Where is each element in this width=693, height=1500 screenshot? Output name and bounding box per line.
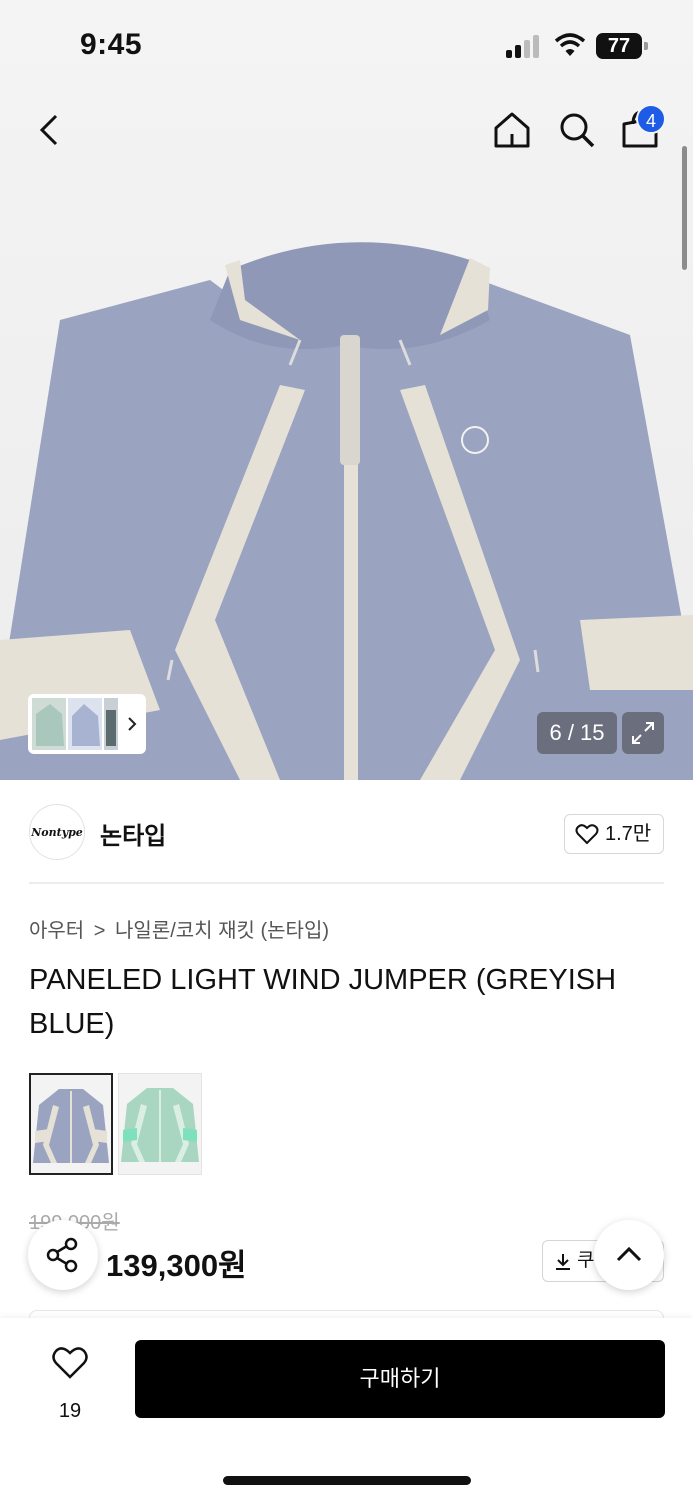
signal-icon	[506, 34, 544, 58]
search-icon[interactable]	[555, 108, 599, 152]
home-indicator	[223, 1476, 471, 1485]
breadcrumb-separator: >	[93, 920, 106, 942]
heart-icon	[52, 1347, 88, 1379]
expand-image-button[interactable]	[622, 712, 664, 754]
image-counter: 6 / 15	[537, 712, 617, 754]
thumbnail-strip-button[interactable]	[28, 694, 146, 754]
brand-name[interactable]: 논타입	[100, 816, 166, 851]
chevron-right-icon	[128, 717, 137, 731]
divider	[29, 882, 664, 884]
wishlist-count: 19	[58, 1400, 82, 1422]
breadcrumb-subcategory[interactable]: 나일론/코치 재킷 (논타입)	[115, 920, 329, 942]
bottom-action-bar: 19 구매하기	[0, 1318, 693, 1500]
home-icon[interactable]	[490, 108, 534, 152]
product-title: PANELED LIGHT WIND JUMPER (GREYISH BLUE)	[29, 964, 617, 1040]
breadcrumb: 아우터 > 나일론/코치 재킷 (논타입)	[29, 914, 333, 943]
brand-logo[interactable]: Nontype	[29, 804, 85, 860]
expand-icon	[632, 722, 654, 744]
brand-row[interactable]: Nontype 논타입 1.7만	[0, 800, 693, 866]
color-variant-mint[interactable]	[118, 1073, 202, 1175]
buy-button[interactable]: 구매하기	[135, 1340, 665, 1418]
battery-icon: 77	[596, 33, 648, 59]
cart-count-badge: 4	[636, 104, 666, 134]
chevron-up-icon	[616, 1246, 642, 1262]
status-bar: 9:45 77	[0, 0, 693, 92]
scroll-to-top-button[interactable]	[594, 1220, 664, 1290]
brand-like-button[interactable]: 1.7만	[564, 814, 664, 854]
sale-price: 139,300원	[106, 1248, 247, 1283]
wishlist-button[interactable]: 19	[40, 1342, 100, 1422]
brand-like-count: 1.7만	[605, 823, 652, 845]
wifi-icon	[554, 33, 586, 56]
download-icon	[556, 1254, 570, 1270]
coupon-label: 쿠	[577, 1250, 595, 1271]
scroll-indicator	[682, 146, 687, 270]
product-page: 6 / 15 9:45 77 4 Nontype 논타입 1.7만 아우터 > …	[0, 0, 693, 1500]
heart-icon	[575, 824, 599, 845]
status-time: 9:45	[80, 28, 143, 61]
share-icon	[46, 1237, 78, 1273]
share-button[interactable]	[28, 1220, 98, 1290]
breadcrumb-category[interactable]: 아우터	[29, 920, 84, 942]
back-icon[interactable]	[30, 108, 70, 152]
battery-level: 77	[596, 33, 642, 59]
color-variant-greyish-blue[interactable]	[29, 1073, 113, 1175]
